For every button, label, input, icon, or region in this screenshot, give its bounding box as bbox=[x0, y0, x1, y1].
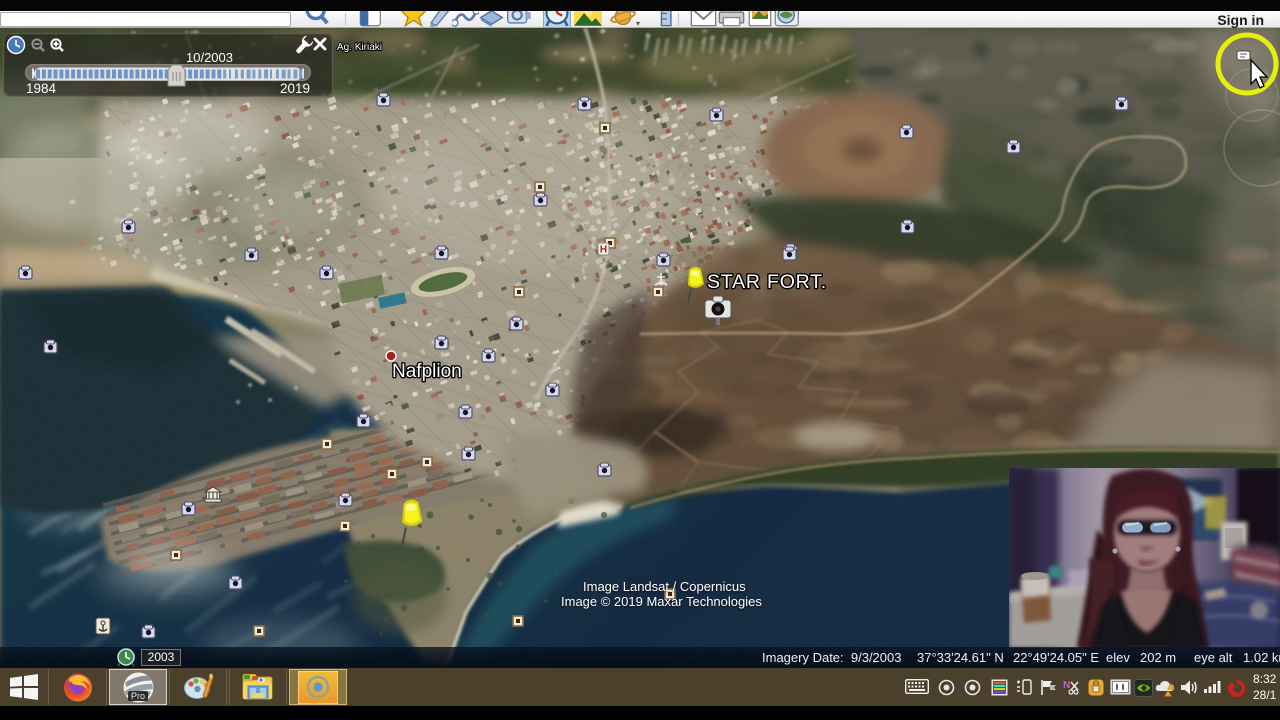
svg-text:STAR FORT.: STAR FORT. bbox=[707, 271, 827, 293]
svg-text:Ag. Kiriaki: Ag. Kiriaki bbox=[337, 42, 382, 53]
svg-text:1984: 1984 bbox=[26, 81, 57, 96]
svg-text:2019: 2019 bbox=[280, 81, 310, 96]
svg-text:Nafplion: Nafplion bbox=[392, 361, 462, 382]
svg-text:N: N bbox=[1063, 680, 1070, 691]
svg-text:H: H bbox=[600, 245, 607, 256]
svg-text:10/2003: 10/2003 bbox=[186, 50, 233, 65]
